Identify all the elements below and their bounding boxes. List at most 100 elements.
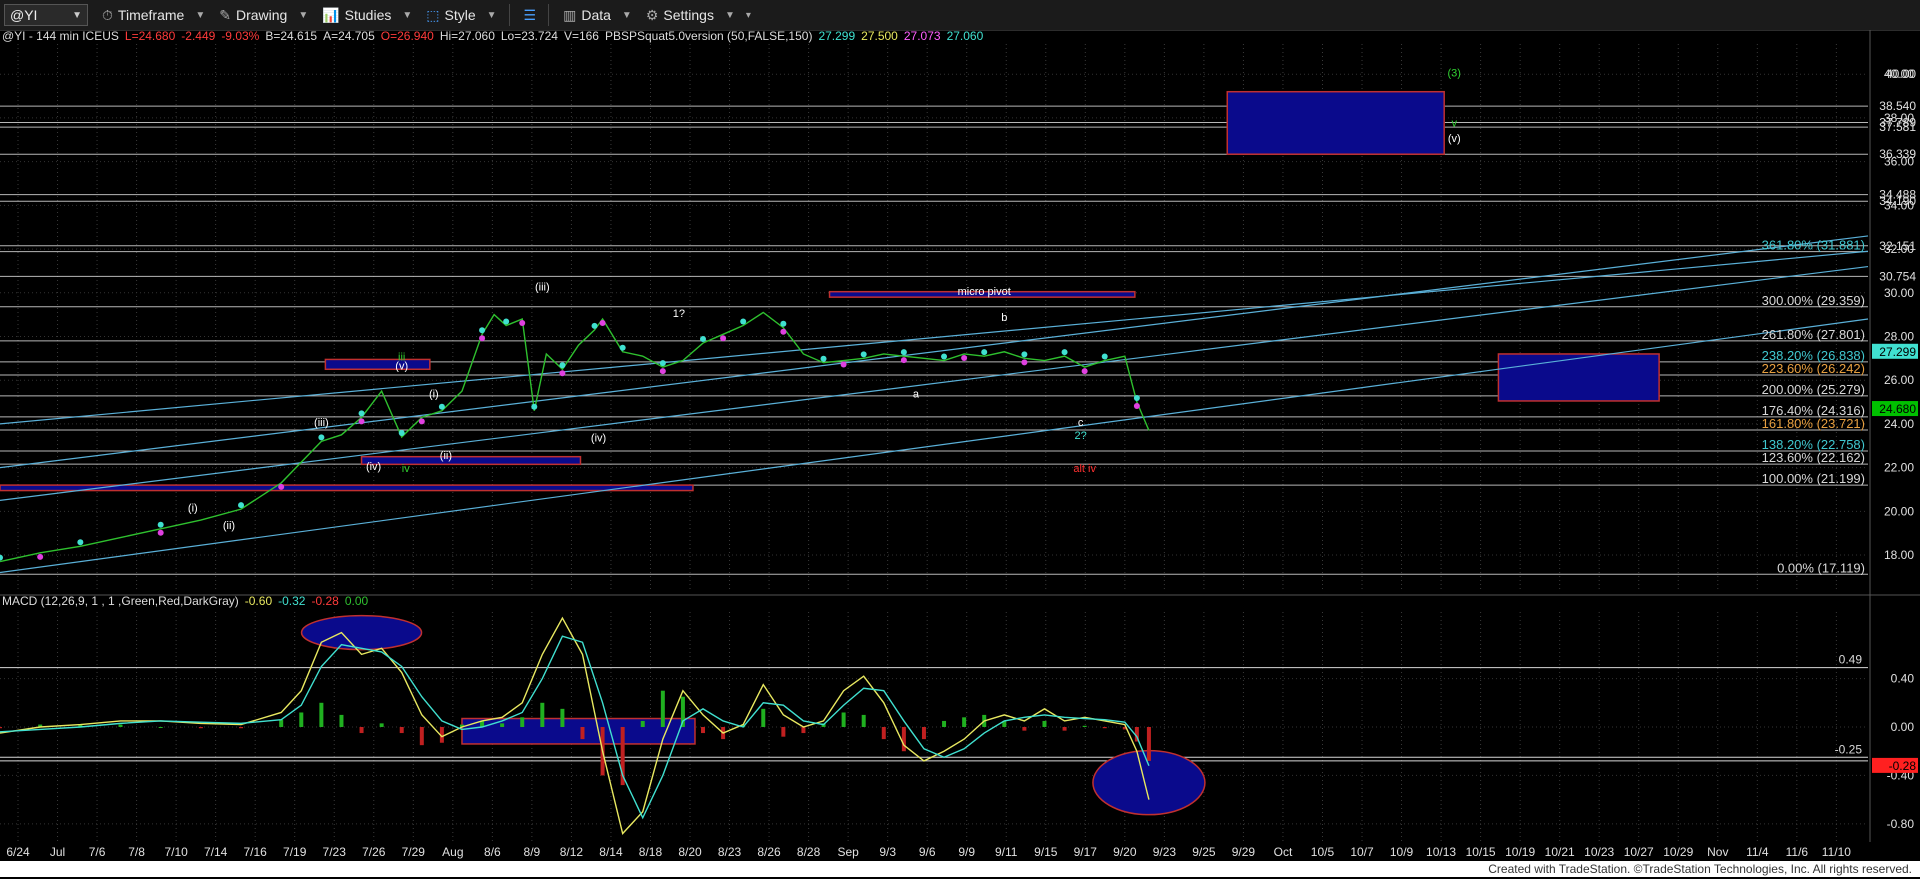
macd-axis[interactable]: 0.400.00-0.40-0.800.49-0.25-0.28	[1835, 653, 1918, 831]
signal-dot	[37, 553, 44, 560]
time-tick-label: 7/23	[323, 845, 347, 859]
signal-dot	[1133, 403, 1140, 410]
trend-channel-lines	[0, 235, 1869, 574]
signal-dot	[619, 344, 626, 351]
time-tick-label: 9/29	[1232, 845, 1256, 859]
signal-dot	[1021, 351, 1028, 358]
chart-area[interactable]: (3)v(v)(iii)1?micro pivotbiii(v)(i) a(iii…	[0, 30, 1920, 864]
price-zone-box	[324, 358, 431, 371]
signal-dot	[599, 320, 606, 326]
macd-hist-bar	[1102, 727, 1107, 729]
macd-hist-bar	[359, 727, 364, 734]
fib-level-label: 361.80% (31.881)	[1762, 238, 1865, 253]
signal-dot	[358, 418, 365, 425]
signal-dot	[780, 320, 787, 327]
drawing-label: Drawing	[235, 7, 288, 23]
macd-hist-bar	[901, 727, 906, 752]
time-tick-label: 8/23	[718, 845, 742, 859]
drawing-menu[interactable]: ✎ Drawing ▼	[219, 7, 308, 24]
wave-label: v	[1451, 118, 1457, 130]
time-tick-label: 9/25	[1192, 845, 1216, 859]
fib-labels: 361.80% (31.881) 300.00% (29.359) 261.80% …	[1762, 238, 1865, 576]
header-value: -2.449	[181, 30, 215, 43]
symbol-selector[interactable]: @YI ▼	[4, 4, 88, 26]
wave-label: (i)	[188, 502, 198, 514]
signal-dot	[157, 521, 164, 528]
price-tick-label: 28.00	[1884, 329, 1914, 343]
signal-dot	[0, 554, 3, 561]
wave-label: (i)	[429, 389, 439, 401]
fib-level-label: 200.00% (25.279)	[1762, 382, 1865, 397]
macd-hist-bar	[942, 720, 947, 727]
macd-hist-bar	[841, 712, 846, 727]
time-tick-label: 9/23	[1153, 845, 1177, 859]
price-axis[interactable]: 18.0020.0022.0024.0026.0028.0030.0032.00…	[1872, 67, 1918, 562]
macd-tick-label: 0.00	[1891, 720, 1915, 734]
chevron-down-icon: ▾	[745, 9, 751, 21]
time-tick-label: Nov	[1707, 845, 1728, 859]
time-tick-label: 10/21	[1545, 845, 1575, 859]
macd-hist-bar	[781, 727, 786, 737]
time-tick-label: 9/6	[919, 845, 936, 859]
time-tick-label: 7/26	[362, 845, 386, 859]
macd-hist-bar	[339, 714, 344, 727]
time-tick-label: 10/13	[1426, 845, 1456, 859]
settings-menu[interactable]: ⚙ Settings ▼ ▾	[646, 7, 751, 24]
signal-dot	[398, 430, 405, 437]
header-value: L=24.680	[125, 30, 176, 43]
macd-header-value: -0.28	[311, 594, 339, 608]
macd-hist-bar	[279, 719, 284, 727]
last-price-label: 27.299	[1879, 345, 1916, 359]
price-zone-box	[1226, 90, 1445, 155]
macd-level-label: -0.25	[1835, 742, 1863, 756]
fib-level-label: 300.00% (29.359)	[1762, 293, 1865, 308]
signal-dot	[1081, 368, 1088, 375]
header-value: -9.03%	[221, 30, 259, 43]
price-zone-boxes	[0, 90, 1660, 492]
time-tick-label: 10/9	[1390, 845, 1414, 859]
time-tick-label: 10/27	[1624, 845, 1654, 859]
wave-label: alt iv	[1073, 463, 1096, 475]
header-value: 27.500	[861, 30, 898, 43]
timeframe-menu[interactable]: ⏱ Timeframe ▼	[102, 7, 205, 24]
macd-hist-bar	[1062, 727, 1067, 731]
time-tick-label: 9/15	[1034, 845, 1058, 859]
trend-line	[0, 235, 1869, 469]
layout-button[interactable]: ☰	[524, 7, 537, 24]
macd-header-value: -0.32	[278, 594, 306, 608]
signal-dot	[531, 403, 538, 410]
wave-label: iv	[402, 463, 410, 475]
macd-hist-bar	[379, 723, 384, 727]
macd-hist-bar	[299, 712, 304, 727]
macd-hist-bar	[660, 690, 665, 727]
macd-hist-bar	[640, 720, 645, 727]
time-tick-label: Aug	[442, 845, 463, 859]
data-icon: ▥	[563, 6, 577, 23]
studies-menu[interactable]: 📊 Studies ▼	[322, 7, 412, 24]
time-tick-label: 7/14	[204, 845, 228, 859]
time-axis[interactable]: 6/24 Jul 7/6 7/8 7/10 7/14 7/16 7/19 7/23 7/26 7/2…	[6, 845, 1851, 859]
wave-label: (v)	[1448, 133, 1461, 145]
chevron-down-icon: ▼	[486, 9, 497, 21]
time-tick-label: 10/29	[1663, 845, 1693, 859]
wave-label: b	[1001, 312, 1007, 324]
toolbar-divider	[548, 4, 550, 26]
time-tick-label: 8/26	[757, 845, 781, 859]
level-label: 37.581	[1879, 120, 1916, 134]
macd-hist-bar	[801, 727, 806, 734]
macd-hist-bar	[580, 727, 585, 740]
time-tick-label: 11/6	[1786, 845, 1809, 859]
chevron-down-icon: ▼	[724, 9, 735, 21]
chevron-down-icon: ▼	[402, 9, 413, 21]
style-menu[interactable]: ⬚ Style ▼	[426, 7, 496, 24]
time-tick-label: 9/17	[1074, 845, 1098, 859]
wave-label: micro pivot	[958, 286, 1011, 298]
price-tick-label: 20.00	[1884, 504, 1914, 518]
signal-dot	[1133, 395, 1140, 402]
signal-dot	[900, 349, 907, 356]
time-tick-label: 8/18	[639, 845, 663, 859]
macd-ellipse	[300, 614, 423, 651]
signal-dot	[659, 360, 666, 367]
toolbar-divider	[508, 4, 510, 26]
data-menu[interactable]: ▥ Data ▼	[563, 7, 632, 24]
